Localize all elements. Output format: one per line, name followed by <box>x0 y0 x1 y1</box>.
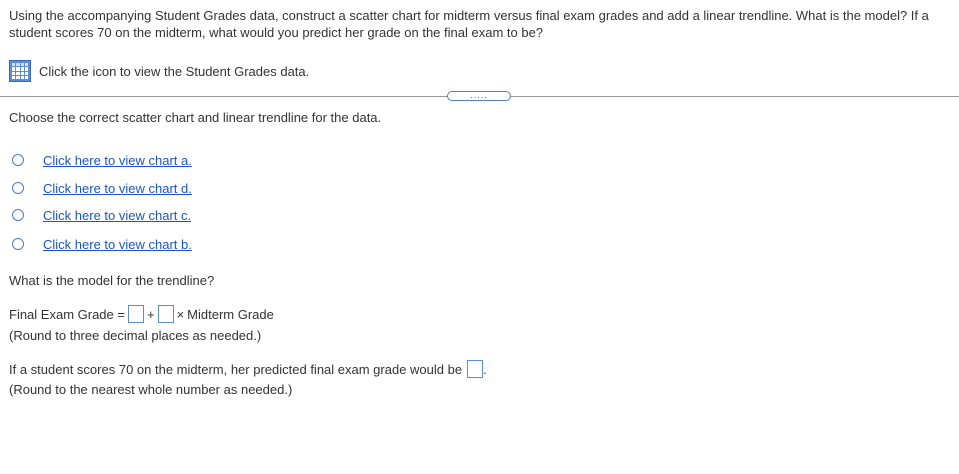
radio-button[interactable] <box>12 182 24 194</box>
prediction-input[interactable] <box>467 360 484 378</box>
data-link-row: Click the icon to view the Student Grade… <box>9 60 309 82</box>
radio-button[interactable] <box>12 209 24 221</box>
slope-input[interactable] <box>157 305 174 323</box>
instruction-text: Choose the correct scatter chart and lin… <box>9 110 382 125</box>
chart-b-link[interactable]: Click here to view chart b. <box>43 237 192 252</box>
model-prompt: What is the model for the trendline? <box>9 273 215 288</box>
table-icon[interactable] <box>9 60 31 82</box>
option-chart-c[interactable]: Click here to view chart c. <box>12 207 191 223</box>
radio-button[interactable] <box>12 238 24 250</box>
chart-d-link[interactable]: Click here to view chart d. <box>43 181 192 196</box>
option-chart-b[interactable]: Click here to view chart b. <box>12 236 192 252</box>
prediction-end: . <box>483 361 487 377</box>
prediction-sentence: If a student scores 70 on the midterm, h… <box>9 359 487 379</box>
question-text: Using the accompanying Student Grades da… <box>9 8 929 40</box>
option-chart-a[interactable]: Click here to view chart a. <box>12 152 192 168</box>
trendline-equation: Final Exam Grade = + × Midterm Grade <box>9 304 274 324</box>
chart-c-link[interactable]: Click here to view chart c. <box>43 208 191 223</box>
plus-sign: + <box>146 306 155 322</box>
rounding-hint-prediction: (Round to the nearest whole number as ne… <box>9 382 293 397</box>
times-sign: × <box>176 306 185 322</box>
radio-button[interactable] <box>12 154 24 166</box>
option-chart-d[interactable]: Click here to view chart d. <box>12 180 192 196</box>
rounding-hint-model: (Round to three decimal places as needed… <box>9 328 262 343</box>
expand-button[interactable]: ..... <box>447 91 511 101</box>
data-link-text: Click the icon to view the Student Grade… <box>39 63 310 79</box>
equation-lhs: Final Exam Grade = <box>9 306 125 322</box>
chart-a-link[interactable]: Click here to view chart a. <box>43 153 192 168</box>
intercept-input[interactable] <box>127 305 144 323</box>
equation-rhs: Midterm Grade <box>187 306 274 322</box>
prediction-text: If a student scores 70 on the midterm, h… <box>9 361 463 377</box>
